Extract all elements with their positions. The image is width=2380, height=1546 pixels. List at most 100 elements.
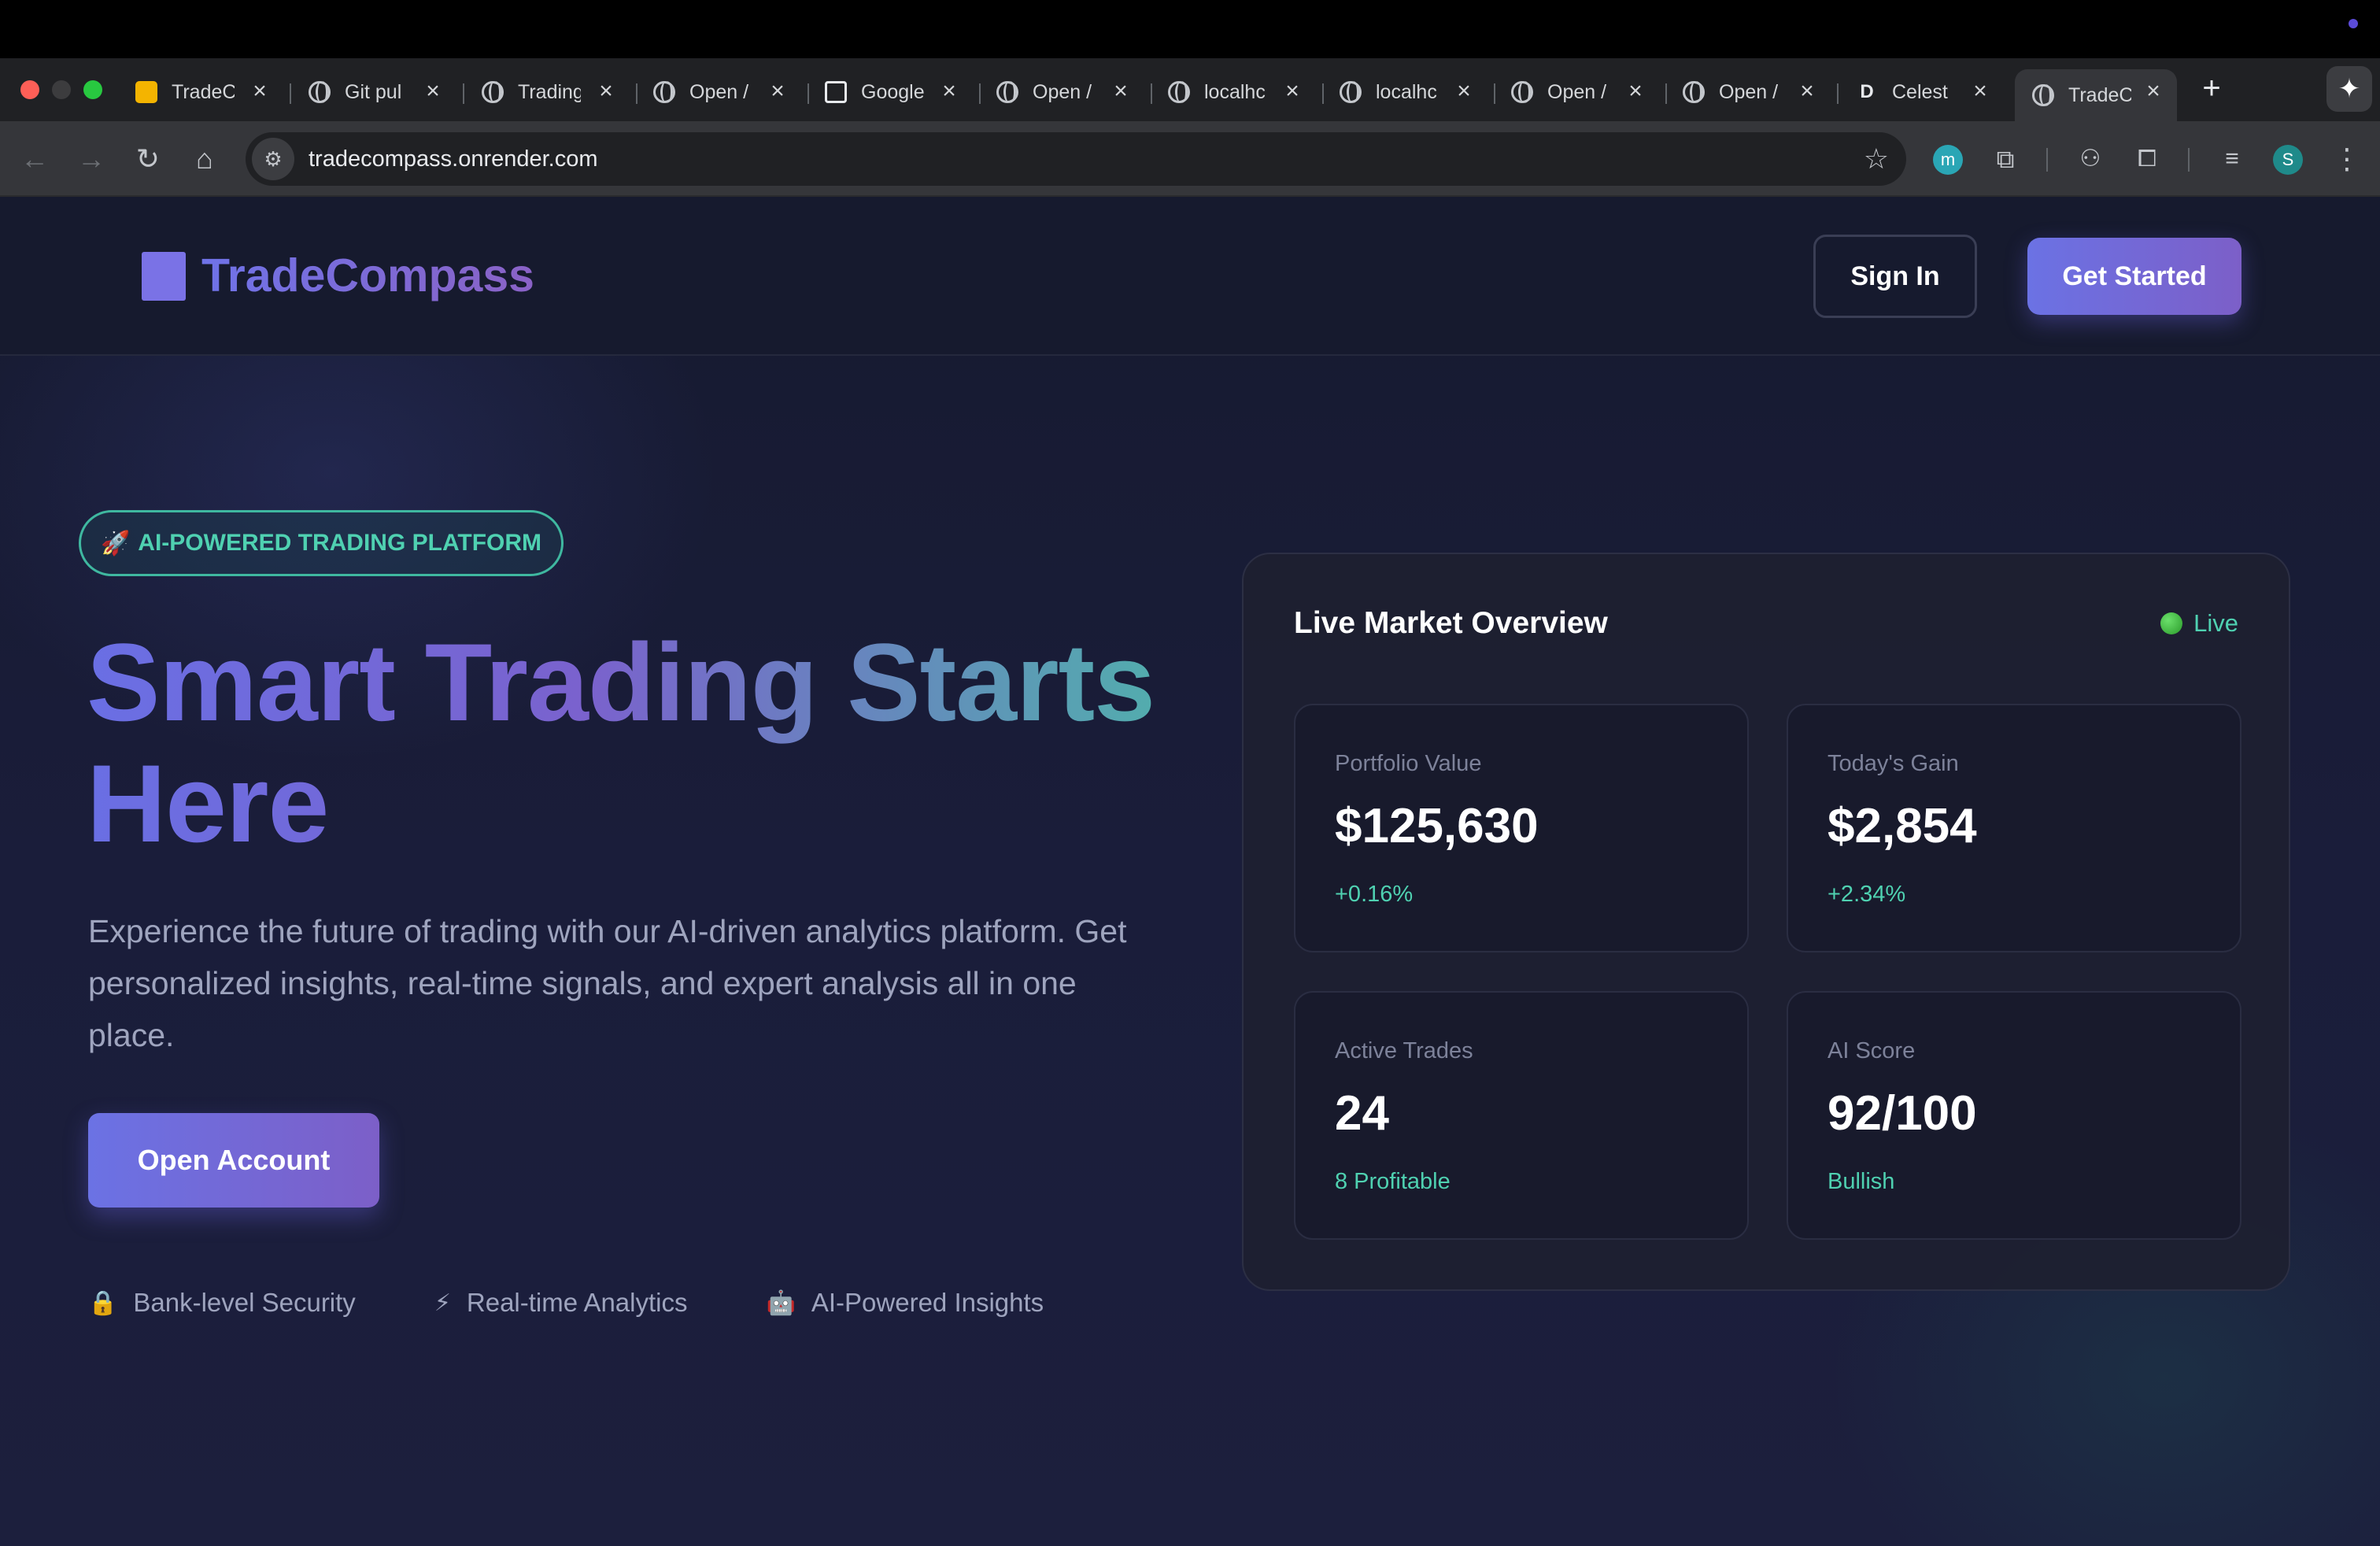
browser-tab-strip: TradeC × Git pul × Trading × Open / × Go… bbox=[0, 58, 2380, 121]
tab-title: Google bbox=[861, 80, 924, 103]
media-queue-icon[interactable]: ≡ bbox=[2215, 142, 2249, 176]
feature-label: Real-time Analytics bbox=[466, 1288, 688, 1317]
browser-tab[interactable]: TradeC × bbox=[118, 69, 283, 115]
url-text[interactable]: tradecompass.onrender.com bbox=[309, 146, 598, 172]
web-page: TradeCompass Sign In Get Started 🚀 AI-PO… bbox=[0, 197, 2380, 1546]
stat-value: $2,854 bbox=[1828, 799, 1977, 853]
status-dot-icon bbox=[2349, 19, 2358, 28]
close-tab-icon[interactable]: × bbox=[1280, 79, 1305, 104]
close-tab-icon[interactable]: × bbox=[1623, 79, 1648, 104]
gemini-sparkle-icon[interactable]: ✦ bbox=[2326, 66, 2372, 112]
browser-tab[interactable]: Open / × bbox=[1494, 69, 1659, 115]
tab-title: TradeC bbox=[2068, 83, 2131, 106]
feature-label: Bank-level Security bbox=[133, 1288, 356, 1317]
stat-card-todays-gain: Today's Gain $2,854 +2.34% bbox=[1787, 704, 2241, 952]
maximize-window-button[interactable] bbox=[83, 80, 102, 99]
reload-icon[interactable]: ↻ bbox=[131, 142, 165, 176]
external-icon bbox=[825, 81, 847, 103]
stat-label: Portfolio Value bbox=[1335, 751, 1482, 776]
cast-search-icon[interactable]: ⧠ bbox=[2130, 142, 2164, 176]
browser-tab[interactable]: Google × bbox=[808, 69, 973, 115]
new-tab-button[interactable]: + bbox=[2196, 72, 2227, 104]
close-tab-icon[interactable]: × bbox=[2141, 79, 2166, 104]
d-icon: D bbox=[1860, 81, 1874, 102]
hero-badge-text: AI-POWERED TRADING PLATFORM bbox=[138, 530, 542, 556]
site-info-icon[interactable]: ⚙ bbox=[252, 138, 294, 180]
hero-title: Smart Trading Starts Here bbox=[87, 622, 1204, 864]
close-window-button[interactable] bbox=[20, 80, 39, 99]
minimize-window-button[interactable] bbox=[52, 80, 71, 99]
tab-title: Git pul bbox=[345, 80, 402, 103]
tab-title: Open / bbox=[1033, 80, 1092, 103]
stat-card-ai-score: AI Score 92/100 Bullish bbox=[1787, 991, 2241, 1240]
tab-title: TradeC bbox=[172, 80, 235, 103]
globe-icon bbox=[1340, 81, 1362, 103]
stat-value: $125,630 bbox=[1335, 799, 1539, 853]
close-tab-icon[interactable]: × bbox=[420, 79, 445, 104]
close-tab-icon[interactable]: × bbox=[1451, 79, 1476, 104]
open-account-button[interactable]: Open Account bbox=[88, 1113, 379, 1208]
site-logo[interactable]: TradeCompass bbox=[201, 249, 534, 302]
incognito-icon[interactable]: ⚇ bbox=[2073, 142, 2108, 176]
tab-title: localhc bbox=[1376, 80, 1437, 103]
back-arrow-icon[interactable]: ← bbox=[17, 142, 52, 176]
close-tab-icon[interactable]: × bbox=[1968, 79, 1993, 104]
hero-badge: 🚀 AI-POWERED TRADING PLATFORM bbox=[79, 510, 564, 576]
browser-tab[interactable]: localhc × bbox=[1151, 69, 1316, 115]
browser-tab[interactable]: localhc × bbox=[1322, 69, 1488, 115]
openai-icon bbox=[309, 81, 331, 103]
live-label: Live bbox=[2193, 609, 2238, 637]
feature-list: 🔒 Bank-level Security ⚡ Real-time Analyt… bbox=[88, 1288, 1044, 1318]
browser-tab[interactable]: D Celest × bbox=[1839, 69, 2004, 115]
globe-icon bbox=[996, 81, 1018, 103]
tab-title: Open / bbox=[1547, 80, 1607, 103]
live-indicator: Live bbox=[2160, 609, 2238, 638]
browser-tab[interactable]: Open / × bbox=[979, 69, 1144, 115]
market-overview-card: Live Market Overview Live Portfolio Valu… bbox=[1242, 553, 2290, 1291]
globe-icon bbox=[1683, 81, 1705, 103]
stat-value: 24 bbox=[1335, 1086, 1389, 1141]
globe-icon bbox=[1511, 81, 1533, 103]
os-menu-bar bbox=[0, 0, 2380, 58]
browser-tab[interactable]: Open / × bbox=[636, 69, 801, 115]
stat-change: Bullish bbox=[1828, 1169, 1895, 1194]
globe-icon bbox=[653, 81, 675, 103]
market-overview-title: Live Market Overview bbox=[1294, 606, 1608, 640]
stat-label: AI Score bbox=[1828, 1038, 1916, 1063]
close-tab-icon[interactable]: × bbox=[1794, 79, 1820, 104]
browser-tab[interactable]: Trading × bbox=[464, 69, 630, 115]
stat-change: 8 Profitable bbox=[1335, 1169, 1451, 1194]
globe-icon bbox=[1168, 81, 1190, 103]
close-tab-icon[interactable]: × bbox=[593, 79, 619, 104]
forward-arrow-icon[interactable]: → bbox=[74, 142, 109, 176]
feature-analytics: ⚡ Real-time Analytics bbox=[434, 1288, 688, 1318]
menu-kebab-icon[interactable]: ⋮ bbox=[2330, 142, 2364, 176]
close-tab-icon[interactable]: × bbox=[247, 79, 272, 104]
browser-tab[interactable]: Git pul × bbox=[291, 69, 456, 115]
browser-toolbar: ← → ↻ ⌂ ⚙ tradecompass.onrender.com ☆ m … bbox=[0, 121, 2380, 197]
extensions-puzzle-icon[interactable]: ⧉ bbox=[1988, 142, 2023, 176]
close-tab-icon[interactable]: × bbox=[765, 79, 790, 104]
site-header: TradeCompass Sign In Get Started bbox=[0, 197, 2380, 356]
tab-title: Open / bbox=[1719, 80, 1779, 103]
address-bar[interactable]: ⚙ tradecompass.onrender.com ☆ bbox=[246, 132, 1906, 186]
lock-icon: 🔒 bbox=[88, 1289, 118, 1316]
browser-tab[interactable]: Open / × bbox=[1665, 69, 1831, 115]
sign-in-button[interactable]: Sign In bbox=[1813, 235, 1977, 318]
stat-card-active-trades: Active Trades 24 8 Profitable bbox=[1294, 991, 1749, 1240]
home-icon[interactable]: ⌂ bbox=[187, 142, 222, 176]
bookmark-star-icon[interactable]: ☆ bbox=[1864, 143, 1889, 175]
stat-change: +0.16% bbox=[1335, 882, 1414, 907]
close-tab-icon[interactable]: × bbox=[937, 79, 962, 104]
profile-avatar[interactable]: S bbox=[2273, 145, 2303, 175]
extension-avatar-icon[interactable]: m bbox=[1933, 145, 1963, 175]
stat-label: Today's Gain bbox=[1828, 751, 1959, 776]
stat-label: Active Trades bbox=[1335, 1038, 1473, 1063]
lightning-icon: ⚡ bbox=[434, 1289, 451, 1316]
globe-icon bbox=[482, 81, 504, 103]
get-started-button[interactable]: Get Started bbox=[2027, 238, 2241, 315]
browser-tab-active[interactable]: TradeC × bbox=[2015, 69, 2177, 121]
close-tab-icon[interactable]: × bbox=[1108, 79, 1133, 104]
logo-mark-icon bbox=[142, 252, 186, 301]
tab-title: Celest bbox=[1892, 80, 1948, 103]
